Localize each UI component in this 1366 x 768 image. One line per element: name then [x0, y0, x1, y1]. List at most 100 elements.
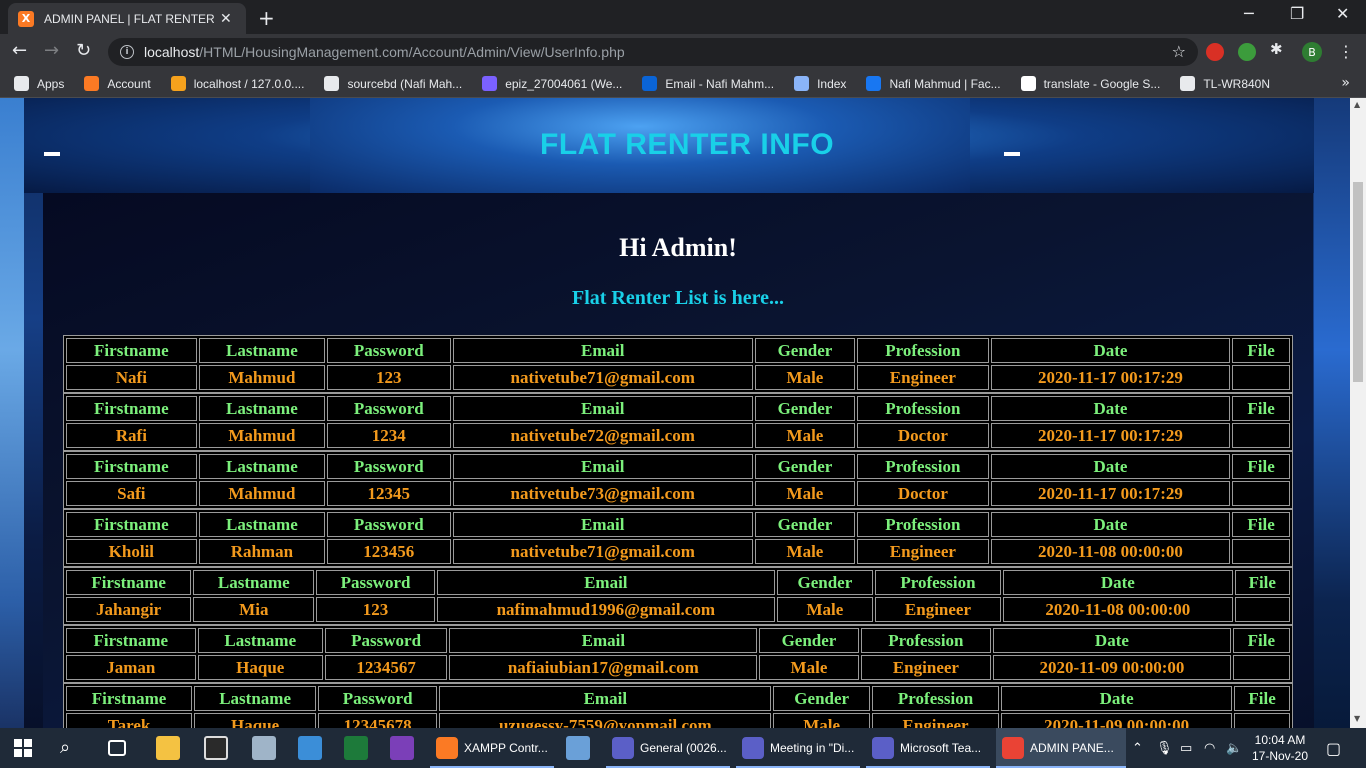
cell-gender: Male [754, 365, 855, 390]
pinned-app-icon[interactable] [566, 736, 590, 760]
cell-profession: Engineer [874, 597, 1002, 622]
teams-icon [742, 737, 764, 759]
wifi-icon[interactable]: ◠ [1204, 728, 1215, 768]
excel-icon[interactable] [344, 736, 368, 760]
column-header: Date [990, 338, 1231, 363]
bookmark-item[interactable]: localhost / 127.0.0.... [170, 76, 304, 91]
table-row: Jaman Haque 1234567 nafiaiubian17@gmail.com… [66, 655, 1290, 680]
cell-profession: Engineer [857, 365, 989, 390]
profile-avatar[interactable]: B [1302, 42, 1322, 62]
bookmark-star-icon[interactable]: ☆ [1172, 42, 1186, 61]
taskbar-app-button[interactable]: XAMPP Contr... [430, 728, 554, 768]
microphone-icon[interactable]: 🎙 [1156, 728, 1173, 768]
renter-table: Firstname Lastname Password Email Gender Prof… [63, 625, 1293, 683]
back-icon[interactable]: ← [12, 40, 27, 61]
cell-firstname: Jaman [66, 655, 196, 680]
table-header-row: Firstname Lastname Password Email Gender Prof… [66, 454, 1290, 479]
visual-studio-icon[interactable] [390, 736, 414, 760]
tab-title: ADMIN PANEL | FLAT RENTER INFO [44, 11, 214, 26]
apps-grid-icon [14, 76, 29, 91]
column-header: Password [318, 686, 438, 711]
cell-lastname: Haque [194, 713, 317, 728]
column-header: Password [327, 512, 451, 537]
restore-icon[interactable]: ❐ [1290, 4, 1304, 23]
cell-email: nativetube71@gmail.com [452, 365, 753, 390]
task-view-icon[interactable] [108, 740, 126, 756]
reload-icon[interactable]: ↻ [76, 40, 91, 61]
taskbar-app-button[interactable]: ADMIN PANE... [996, 728, 1126, 768]
browser-tab-active[interactable]: X ADMIN PANEL | FLAT RENTER INFO ✕ [8, 3, 246, 34]
column-header: Date [990, 454, 1231, 479]
column-header: Lastname [194, 686, 317, 711]
search-icon[interactable]: ⌕ [60, 737, 84, 761]
url-text[interactable]: localhost/HTML/HousingManagement.com/Acc… [144, 44, 625, 60]
system-clock[interactable]: 10:04 AM 17-Nov-20 [1248, 732, 1312, 764]
bookmark-item[interactable]: Account [84, 76, 151, 91]
github-icon [324, 76, 340, 91]
taskbar-app-button[interactable]: Meeting in "Di... [736, 728, 860, 768]
bookmark-item[interactable]: Nafi Mahmud | Fac... [866, 76, 1001, 91]
extension-icon[interactable] [1238, 43, 1256, 61]
bookmark-label: Index [817, 76, 847, 91]
tab-close-icon[interactable]: ✕ [220, 11, 232, 27]
renter-table: Firstname Lastname Password Email Gender Prof… [63, 451, 1293, 509]
window-close-icon[interactable]: ✕ [1336, 4, 1349, 23]
extensions-puzzle-icon[interactable]: ✱ [1270, 40, 1288, 58]
column-header: Firstname [66, 338, 197, 363]
battery-icon[interactable]: ▭ [1180, 728, 1192, 768]
security-shield-icon[interactable] [204, 736, 228, 760]
scroll-down-icon[interactable]: ▼ [1354, 714, 1360, 723]
taskbar-app-label: General (0026... [640, 741, 727, 755]
forward-icon[interactable]: → [44, 40, 59, 61]
column-header: Gender [773, 686, 870, 711]
background-decoration-right [1314, 98, 1350, 728]
scroll-up-icon[interactable]: ▲ [1354, 100, 1360, 109]
site-info-icon[interactable]: i [120, 45, 134, 59]
file-explorer-icon[interactable] [156, 736, 180, 760]
cell-firstname: Tarek [66, 713, 193, 728]
bookmark-item[interactable]: epiz_27004061 (We... [482, 76, 622, 91]
cell-date: 2020-11-17 00:17:29 [990, 365, 1231, 390]
bookmark-item[interactable]: sourcebd (Nafi Mah... [324, 76, 462, 91]
notifications-icon[interactable]: ▢ [1326, 728, 1341, 768]
clock-date: 17-Nov-20 [1251, 749, 1309, 763]
cell-password: 12345 [327, 481, 451, 506]
bookmark-item[interactable]: Email - Nafi Mahm... [642, 76, 774, 91]
column-header: Gender [754, 512, 855, 537]
cell-profession: Engineer [857, 539, 989, 564]
notes-app-icon[interactable] [298, 736, 322, 760]
adblock-extension-icon[interactable] [1206, 43, 1224, 61]
bookmarks-overflow-icon[interactable]: » [1341, 75, 1350, 91]
column-header: Gender [759, 628, 859, 653]
windows-start-icon[interactable] [14, 739, 32, 757]
minimize-icon[interactable]: ─ [1244, 4, 1254, 23]
bookmark-label: Apps [37, 76, 65, 91]
scroll-thumb[interactable] [1353, 182, 1363, 382]
bookmark-item[interactable]: Index [794, 76, 846, 91]
bookmark-item[interactable]: Apps [14, 76, 64, 91]
page-title: FLAT RENTER INFO [540, 128, 835, 161]
bookmark-item[interactable]: translate - Google S... [1020, 76, 1160, 91]
column-header: File [1232, 628, 1290, 653]
volume-icon[interactable]: 🔈 [1226, 728, 1242, 768]
taskbar-app-button[interactable]: Microsoft Tea... [866, 728, 990, 768]
bookmark-label: Email - Nafi Mahm... [665, 76, 775, 91]
tray-overflow-icon[interactable]: ⌃ [1132, 728, 1143, 768]
column-header: Password [316, 570, 435, 595]
address-bar[interactable]: i localhost/HTML/HousingManagement.com/A… [108, 38, 1198, 66]
taskbar-app-button[interactable]: General (0026... [606, 728, 730, 768]
windows-taskbar: ⌕ ⌃ 🎙 ▭ ◠ 🔈 10:04 AM 17-Nov-20 ▢ XAMPP C… [0, 728, 1366, 768]
outlook-icon [642, 76, 658, 91]
column-header: Profession [860, 628, 992, 653]
bookmark-label: Account [107, 76, 151, 91]
column-header: Gender [776, 570, 873, 595]
new-tab-icon[interactable]: + [258, 6, 275, 30]
cell-date: 2020-11-09 00:00:00 [1001, 713, 1233, 728]
bookmark-item[interactable]: TL-WR840N [1180, 76, 1270, 91]
chrome-menu-icon[interactable]: ⋮ [1338, 42, 1354, 61]
page-scrollbar[interactable]: ▲ ▼ [1350, 98, 1366, 728]
cell-file [1232, 423, 1290, 448]
column-header: Password [327, 454, 451, 479]
teams-icon [612, 737, 634, 759]
network-app-icon[interactable] [252, 736, 276, 760]
